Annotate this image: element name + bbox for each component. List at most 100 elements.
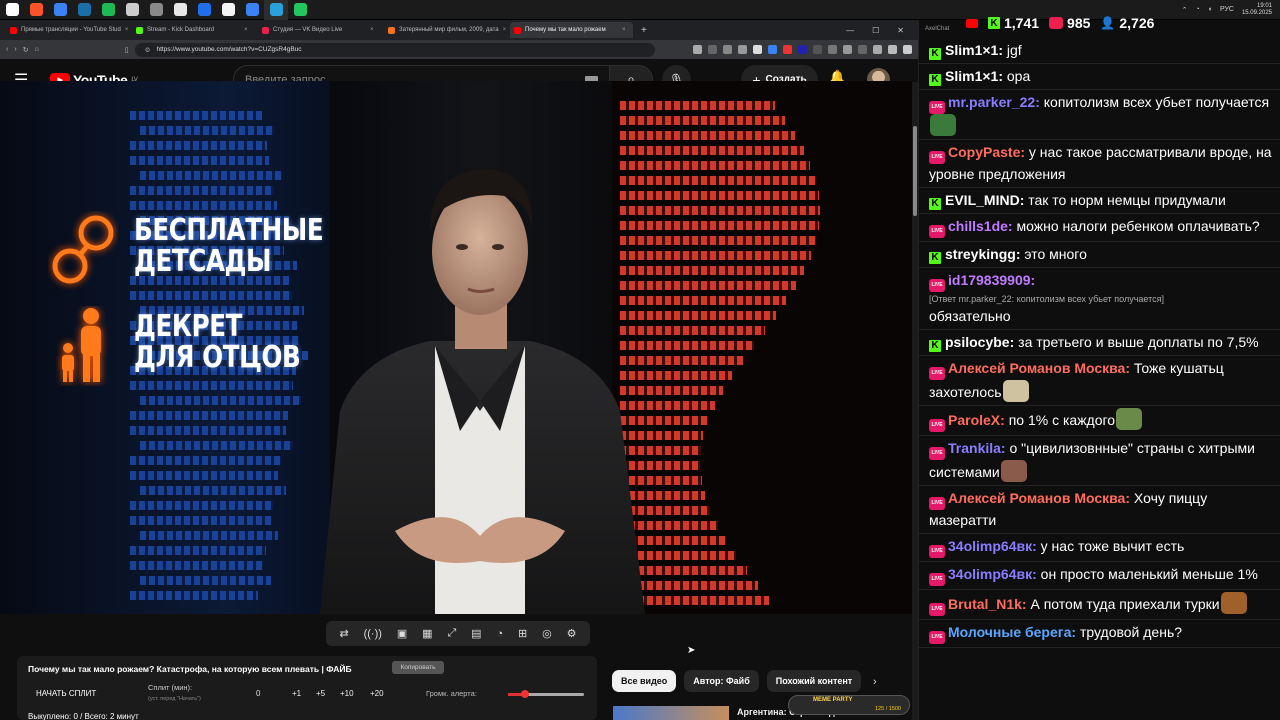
chat-message: K Slim1×1: jgf [919,38,1280,64]
volume-icon[interactable]: ◖ [1208,6,1212,13]
clock[interactable]: 19:01 15.09.2025 [1242,3,1272,17]
browser-tab[interactable]: Stream - Kick Dashboard × [132,22,255,38]
app-icon[interactable] [144,0,168,20]
chat-username[interactable]: Алексей Романов Москва [948,360,1125,376]
settings-gear-icon[interactable]: ⚙ [567,627,577,640]
chat-username[interactable]: chills1de [948,218,1008,234]
spotify-icon[interactable] [96,0,120,20]
download-icon[interactable] [873,45,882,54]
minimize-icon[interactable]: — [846,26,854,35]
extension-icon[interactable] [813,45,822,54]
video-player[interactable]: БЕСПЛАТНЫЕ ДЕТСАДЫ ДЕКРЕТ ДЛЯ ОТЦОВ [0,81,912,614]
messenger-icon[interactable] [48,0,72,20]
app-icon[interactable] [240,0,264,20]
chat-username[interactable]: CopyPaste [948,144,1020,160]
obs-icon[interactable] [120,0,144,20]
maximize-icon[interactable]: ☐ [872,26,879,35]
menu-icon[interactable] [903,45,912,54]
sidebar-icon[interactable] [858,45,867,54]
wifi-icon[interactable]: ◔ [1195,6,1199,13]
clock-time: 19:01 [1256,2,1272,9]
chat-username[interactable]: ParoleX [948,412,1000,428]
add-5-button[interactable]: +5 [316,689,325,698]
audio-icon[interactable]: ((·)) [364,628,382,640]
close-tab-icon[interactable]: × [125,27,129,34]
chat-username[interactable]: id179839909 [948,272,1031,288]
close-tab-icon[interactable]: × [244,27,251,34]
split-minutes-value[interactable]: 0 [256,689,260,698]
alert-volume-knob[interactable] [520,690,529,698]
translate-icon[interactable] [738,45,747,54]
steam-icon[interactable] [72,0,96,20]
chapters-icon[interactable]: ▦ [422,627,432,640]
ambient-icon[interactable]: ▣ [397,627,407,640]
speed-icon[interactable]: ◔ [496,628,503,640]
chat-username[interactable]: Brutal_N1k [948,596,1022,612]
bookmark-icon[interactable]: ▯ [125,46,129,54]
telegram-icon[interactable] [264,0,288,20]
alert-volume-slider[interactable] [508,690,584,698]
chat-username[interactable]: Slim1×1 [945,42,998,58]
extension-icon[interactable] [768,45,777,54]
browser-tab[interactable]: Прямые трансляции - YouTube Stud × [6,22,129,38]
chat-username[interactable]: psilocybe [945,334,1010,350]
filter-chip[interactable]: Похожий контент [766,670,862,692]
app-icon[interactable] [192,0,216,20]
add-1-button[interactable]: +1 [292,689,301,698]
brave-shield-icon[interactable] [753,45,762,54]
chat-username[interactable]: Trankila [948,440,1001,456]
miniplayer-icon[interactable]: ▤ [471,627,481,640]
new-tab-icon[interactable]: + [641,25,647,36]
puzzle-icon[interactable] [843,45,852,54]
close-tab-icon[interactable]: × [503,27,507,34]
forward-icon[interactable]: › [14,46,16,53]
chat-username[interactable]: streykingg [945,246,1016,262]
language-indicator[interactable]: РУС [1220,6,1234,13]
url-field[interactable]: ⚙ https://www.youtube.com/watch?v=CUZgsR… [134,42,655,57]
app-icon[interactable] [168,0,192,20]
home-icon[interactable]: ⌂ [35,46,39,53]
brave-browser-icon[interactable] [24,0,48,20]
add-10-button[interactable]: +10 [340,689,354,698]
next-video-thumbnail[interactable] [613,706,729,720]
app-icon[interactable] [288,0,312,20]
filter-chip[interactable]: Все видео [612,670,677,692]
chat-username[interactable]: Slim1×1 [945,68,998,84]
start-split-button[interactable]: НАЧАТЬ СПЛИТ [36,689,96,698]
share-icon[interactable] [723,45,732,54]
chat-username[interactable]: Молочные берега [948,624,1071,640]
back-icon[interactable]: ‹ [6,46,8,53]
windows-start-icon[interactable] [0,0,24,20]
chat-username[interactable]: EVIL_MIND [945,192,1020,208]
screenshot-icon[interactable] [693,45,702,54]
loop-icon[interactable]: ⇄ [339,627,348,640]
close-icon[interactable]: ✕ [897,26,904,35]
chevron-right-icon[interactable]: › [873,676,877,688]
browser-tab[interactable]: Студия — VK Видео Live × [258,22,381,38]
scrollbar-thumb[interactable] [913,126,917,216]
close-tab-icon[interactable]: × [622,27,629,34]
reload-icon[interactable]: ↻ [23,46,29,54]
chat-username[interactable]: 34olimp64вк [948,538,1032,554]
filter-chip[interactable]: Автор: Файб [684,670,759,692]
copy-button[interactable]: Копировать [392,661,444,674]
chat-username[interactable]: Алексей Романов Москва [948,490,1125,506]
chat-username[interactable]: mr.parker_22 [948,94,1035,110]
screenshot-icon[interactable]: ◎ [542,627,552,640]
wallet-icon[interactable] [888,45,897,54]
app-icon[interactable] [216,0,240,20]
tray-chevron-icon[interactable]: ⌃ [1182,6,1188,14]
add-20-button[interactable]: +20 [370,689,384,698]
add-icon[interactable]: ⊞ [518,627,527,640]
fullscreen-icon[interactable]: ⤢ [447,627,456,640]
chat-message: LIVE CopyPaste: у нас такое рассматривали… [919,140,1280,188]
browser-tab[interactable]: Почему мы так мало рожаем × [510,22,633,38]
extension-icon[interactable] [828,45,837,54]
site-settings-icon[interactable]: ⚙ [145,46,151,54]
close-tab-icon[interactable]: × [370,27,377,34]
browser-tab[interactable]: Затерянный мир фильм, 2009, дата × [384,22,507,38]
extension-icon[interactable] [783,45,792,54]
extension-icon[interactable] [798,45,807,54]
zoom-icon[interactable] [708,45,717,54]
chat-username[interactable]: 34olimp64вк [948,566,1032,582]
